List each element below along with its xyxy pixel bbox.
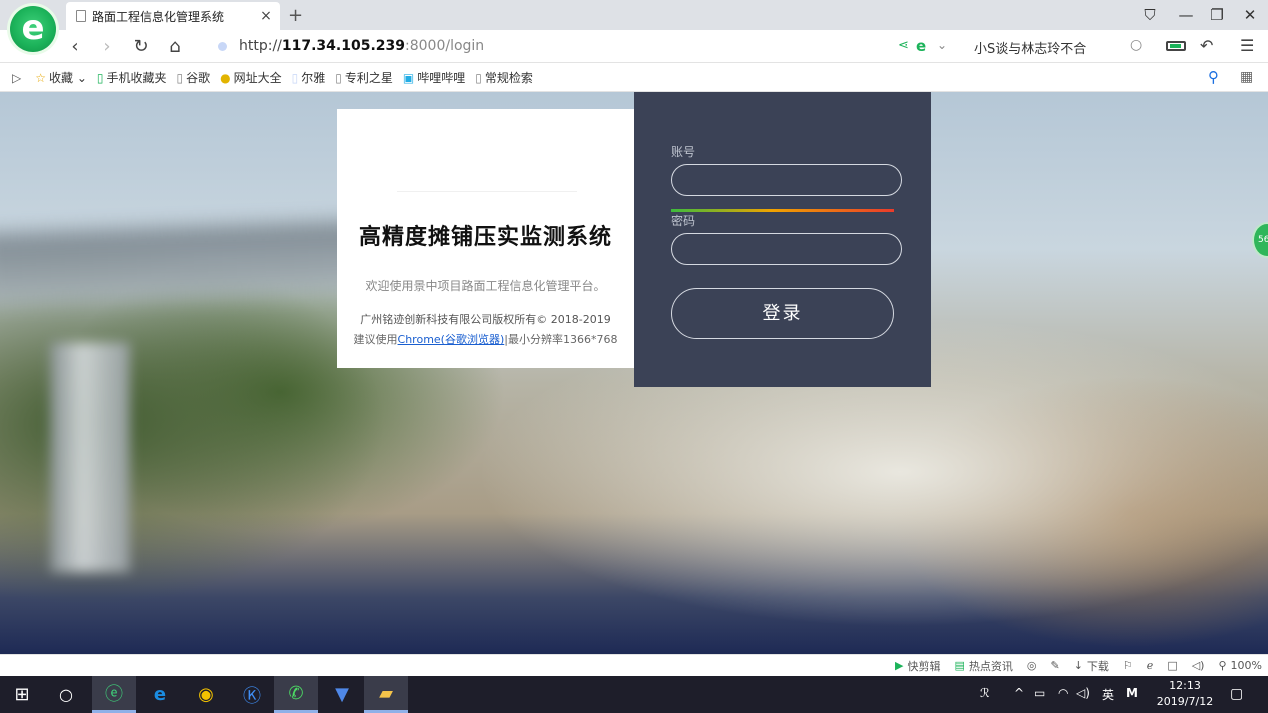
search-icon[interactable]: ○ [1130, 37, 1142, 53]
bookmarks-bar: ▷ ☆ 收藏 ⌄ ▯ 手机收藏夹 ▯ 谷歌 ● 网址大全 ▯ 尔雅 ▯ 专利之星 ▣ 哔哩哔哩… [0, 64, 1268, 92]
menu-icon[interactable]: ☰ [1240, 36, 1254, 55]
system-title: 高精度摊铺压实监测系统 [358, 225, 612, 250]
compass-icon[interactable]: ◎ [1027, 659, 1037, 672]
bookmark-patent[interactable]: ▯ 专利之星 [335, 69, 393, 86]
volume-icon[interactable]: ◁) [1076, 686, 1090, 700]
download-button[interactable]: ↓ 下载 [1074, 658, 1109, 674]
ie-icon[interactable]: ℯ [1147, 659, 1154, 672]
welcome-text: 欢迎使用景中项目路面工程信息化管理平台。 [365, 279, 606, 293]
password-input[interactable] [671, 233, 902, 265]
bookmark-erya[interactable]: ▯ 尔雅 [292, 69, 326, 86]
zoom-icon: ⚲ [1218, 659, 1227, 672]
tab-title: 路面工程信息化管理系统 [92, 9, 225, 24]
account-input[interactable] [671, 164, 902, 196]
chrome-link[interactable]: Chrome(谷歌浏览器) [398, 333, 505, 346]
window-icon[interactable]: □ [1167, 659, 1177, 672]
minimize-button[interactable]: — [1176, 6, 1196, 24]
show-hidden-icons[interactable]: ^ [1014, 686, 1024, 700]
bookmark-google[interactable]: ▯ 谷歌 [177, 69, 211, 86]
play-icon: ▶ [895, 659, 904, 672]
copyright-text: 广州铭迹创新科技有限公司版权所有© 2018-2019 [360, 313, 611, 326]
windows-taskbar: ⊞ ○ ⓔ e ◉ Ⓚ ✆ ▼ ▰ ℛ ^ ▭ ◠ ◁) 英 M 12:13 20… [0, 676, 1268, 713]
browser-tab[interactable]: 路面工程信息化管理系统 × [66, 2, 280, 30]
security-icon [218, 41, 227, 51]
home-icon[interactable]: ⌂ [164, 36, 186, 57]
undo-icon[interactable]: ↶ [1200, 36, 1213, 55]
account-label: 账号 [671, 145, 696, 159]
system-info-card: 高精度摊铺压实监测系统 欢迎使用景中项目路面工程信息化管理平台。 广州铭迹创新科… [337, 109, 634, 368]
wifi-icon[interactable]: ◠ [1058, 686, 1068, 700]
bookmark-search[interactable]: ▯ 常规检索 [475, 69, 533, 86]
forward-icon[interactable]: › [96, 36, 118, 57]
bookmark-mobile[interactable]: ▯ 手机收藏夹 [97, 69, 167, 86]
file-explorer-taskbar-icon[interactable]: ▰ [364, 676, 408, 713]
login-button[interactable]: 登录 [671, 288, 894, 339]
login-form-card: 账号 密码 登录 [634, 92, 931, 387]
share-icon[interactable]: ⋖ [898, 38, 909, 53]
browser-logo-icon[interactable]: e [10, 6, 56, 52]
search-box[interactable]: 小S谈与林志玲不合 [974, 38, 1086, 57]
sound-icon[interactable]: ◁) [1192, 659, 1205, 672]
browser-suggestion: 建议使用Chrome(谷歌浏览器)|最小分辨率1366*768 [353, 333, 618, 346]
people-icon[interactable]: ℛ [980, 686, 990, 700]
new-tab-button[interactable]: + [288, 5, 303, 26]
page-icon [76, 10, 86, 22]
pin-icon[interactable]: ✎ [1050, 659, 1059, 672]
url-host: 117.34.105.239 [281, 38, 405, 54]
chevron-down-icon[interactable]: ⌄ [937, 38, 947, 52]
sidebar-toggle-icon[interactable]: ▷ [12, 71, 21, 85]
background-pillar [50, 342, 130, 572]
password-label: 密码 [671, 214, 696, 228]
hot-news-button[interactable]: ▤ 热点资讯 [954, 658, 1012, 674]
ime-mode-icon[interactable]: M [1126, 686, 1138, 700]
notification-icon[interactable]: ▢ [1230, 686, 1243, 702]
wechat-taskbar-icon[interactable]: ✆ [274, 676, 318, 713]
refresh-icon[interactable]: ↻ [130, 36, 152, 57]
power-icon[interactable]: ▭ [1034, 686, 1045, 700]
apps-grid-icon[interactable]: ▦ [1240, 69, 1253, 85]
zoom-control[interactable]: ⚲ 100% [1218, 659, 1262, 672]
windows-start-icon[interactable]: ⊞ [0, 676, 44, 713]
password-strength-bar [671, 209, 894, 212]
bookmark-hao[interactable]: ● 网址大全 [220, 69, 282, 86]
ie-mode-icon[interactable]: e [916, 37, 926, 55]
360-browser-taskbar-icon[interactable]: ⓔ [92, 676, 136, 713]
bookmark-favorites[interactable]: ☆ 收藏 ⌄ [35, 69, 87, 86]
bookmark-bilibili[interactable]: ▣ 哔哩哔哩 [403, 69, 465, 86]
ime-indicator[interactable]: 英 [1102, 686, 1114, 703]
download-icon: ↓ [1073, 659, 1083, 672]
edge-taskbar-icon[interactable]: e [138, 676, 182, 713]
close-window-button[interactable]: ✕ [1240, 6, 1260, 24]
quick-edit-button[interactable]: ▶ 快剪辑 [895, 658, 940, 674]
system-clock[interactable]: 12:13 2019/7/12 [1150, 678, 1220, 710]
url-path: :8000/login [405, 38, 485, 54]
restore-button[interactable]: ❐ [1207, 6, 1227, 24]
url-scheme: http:// [239, 38, 282, 54]
bookmark-search-icon[interactable]: ⚲ [1208, 68, 1219, 86]
wps-taskbar-icon[interactable]: ▼ [320, 676, 364, 713]
cortana-icon[interactable]: ○ [44, 676, 88, 713]
address-bar[interactable]: http:// 117.34.105.239 :8000/login [218, 38, 484, 54]
chrome-taskbar-icon[interactable]: ◉ [184, 676, 228, 713]
close-tab-icon[interactable]: × [258, 8, 274, 24]
battery-icon[interactable] [1166, 41, 1186, 51]
news-icon: ▤ [954, 659, 965, 672]
back-icon[interactable]: ‹ [64, 36, 86, 57]
skin-icon[interactable]: ⛉ [1140, 6, 1160, 24]
divider [397, 191, 577, 192]
status-bar: ▶ 快剪辑 ▤ 热点资讯 ◎ ✎ ↓ 下载 ⚐ ℯ □ ◁) ⚲ 100% [0, 654, 1268, 676]
k-app-taskbar-icon[interactable]: Ⓚ [230, 676, 274, 713]
flag-icon[interactable]: ⚐ [1123, 659, 1133, 672]
